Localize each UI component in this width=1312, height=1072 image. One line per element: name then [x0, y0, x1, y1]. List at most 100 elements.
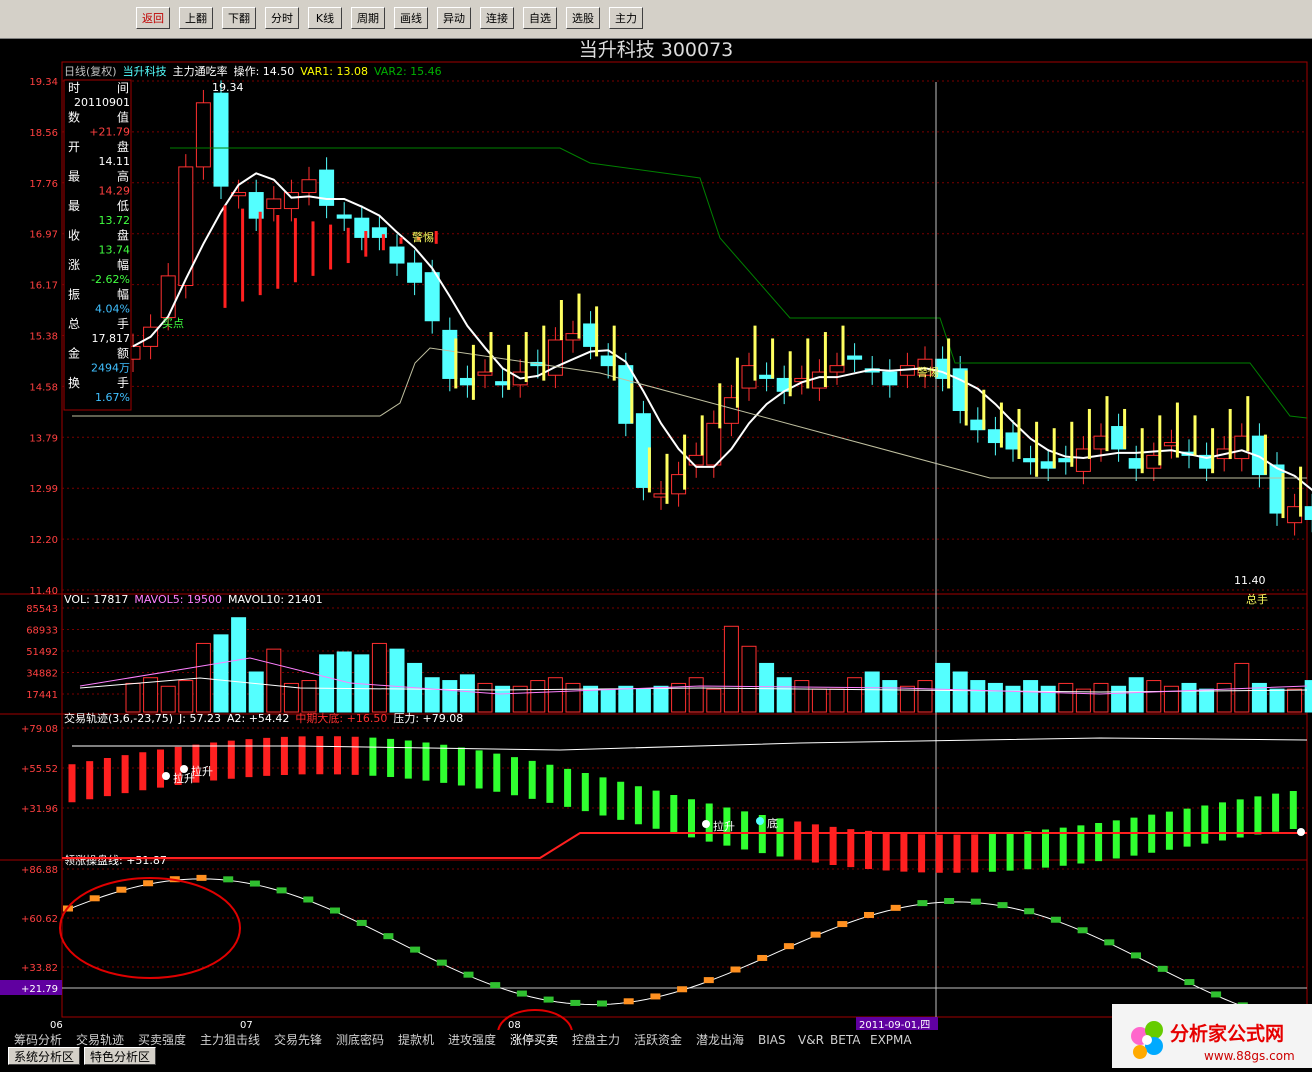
trail-mark-label: 拉升 [191, 764, 213, 778]
lead-marker [837, 921, 848, 928]
vol-header-label_mavol10: MAVOL10: 21401 [228, 593, 323, 606]
bottom-tab2-0[interactable]: 系统分析区 [8, 1047, 81, 1065]
volume-bar [653, 685, 669, 713]
trail-mark-label: 底 [767, 816, 778, 830]
toolbar-button-5[interactable]: 周期 [351, 7, 385, 29]
info-key: 总 [68, 317, 80, 331]
bottom-tab-9[interactable]: 控盘主力 [570, 1031, 622, 1049]
chart-canvas[interactable]: 19.34 18.56 17.76 16.97 16.17 15.38 14.58 13.79… [0, 38, 1312, 1030]
volume-bar [776, 677, 792, 713]
volume-bar [160, 685, 176, 713]
volume-bar [811, 688, 827, 713]
y-tick-label: +21.79 [21, 984, 58, 995]
bottom-tab-7[interactable]: 进攻强度 [446, 1031, 498, 1049]
volume-bar [125, 682, 141, 713]
lead-marker [303, 896, 314, 903]
info-value: 17,817 [92, 332, 131, 345]
volume-bar [547, 677, 563, 713]
info-value: 1.67% [95, 391, 130, 404]
lead-marker [1184, 979, 1195, 986]
toolbar-button-2[interactable]: 下翻 [222, 7, 256, 29]
volume-bar [1269, 688, 1285, 713]
volume-bar [424, 677, 440, 713]
toolbar-button-7[interactable]: 异动 [437, 7, 471, 29]
bottom-tab-5[interactable]: 测底密码 [334, 1031, 386, 1049]
bottom-tab-13[interactable]: V&R [796, 1031, 826, 1049]
trail-header-label_press: 压力: +79.08 [393, 712, 463, 725]
info-key: 盘 [117, 139, 129, 154]
lead-marker [516, 990, 527, 997]
toolbar-button-1[interactable]: 上翻 [179, 7, 213, 29]
lead-marker [1077, 927, 1088, 934]
lead-marker [1157, 965, 1168, 972]
volume-bar [1216, 682, 1232, 713]
lead-marker [650, 993, 661, 1000]
volume-bar [1181, 682, 1197, 713]
info-value: 2494万 [91, 362, 130, 375]
toolbar-button-10[interactable]: 选股 [566, 7, 600, 29]
trail-mark-dot [756, 817, 764, 825]
lead-marker [490, 982, 501, 989]
y-tick-label: 85543 [26, 604, 58, 615]
y-tick-label: +31.96 [21, 804, 58, 815]
lead-marker [543, 996, 554, 1003]
toolbar-button-3[interactable]: 分时 [265, 7, 299, 29]
info-value: 13.74 [99, 244, 131, 257]
volume-bar [882, 680, 898, 713]
volume-bar [1128, 677, 1144, 713]
bottom-tab-6[interactable]: 提款机 [396, 1031, 436, 1049]
volume-bar [565, 682, 581, 713]
y-tick-label: 12.20 [29, 535, 58, 546]
info-key: 振 [68, 288, 80, 302]
volume-bar [1075, 688, 1091, 713]
lead-marker [810, 931, 821, 938]
lead-marker [1211, 991, 1222, 998]
info-key: 手 [117, 317, 129, 331]
volume-bar [1058, 682, 1074, 713]
x-tick-label: 08 [508, 1020, 521, 1030]
toolbar-button-11[interactable]: 主力 [609, 7, 643, 29]
y-tick-label: 51492 [26, 647, 58, 658]
y-tick-label: +79.08 [21, 724, 58, 735]
toolbar-button-0[interactable]: 返回 [136, 7, 170, 29]
trail-header-label_a2: A2: +54.42 [227, 712, 289, 725]
high-label: 19.34 [212, 81, 244, 94]
x-tick-label: 07 [240, 1020, 253, 1030]
candle-body [319, 169, 335, 206]
warn-label: 警惕 [917, 365, 939, 379]
y-tick-label: 68933 [26, 626, 58, 637]
bottom-tab-3[interactable]: 主力狙击线 [198, 1031, 262, 1049]
info-value: 14.29 [99, 185, 131, 198]
volume-bar [1040, 685, 1056, 713]
toolbar-button-6[interactable]: 画线 [394, 7, 428, 29]
info-key: 高 [117, 169, 129, 184]
bottom-line [62, 832, 1307, 859]
lead-marker [383, 933, 394, 940]
volume-bar [178, 680, 194, 713]
toolbar-button-8[interactable]: 连接 [480, 7, 514, 29]
bottom-tab-15[interactable]: EXPMA [868, 1031, 914, 1049]
toolbar-button-4[interactable]: K线 [308, 7, 342, 29]
volume-bar [970, 680, 986, 713]
logo-text: 分析家公式网 [1170, 1022, 1284, 1045]
bottom-tab-10[interactable]: 活跃资金 [632, 1031, 684, 1049]
volume-bar [442, 680, 458, 713]
volume-bar [459, 674, 475, 713]
price-header-label_stock: 当升科技 [123, 64, 167, 78]
volume-bar [1234, 662, 1250, 713]
bottom-tab-14[interactable]: BETA [828, 1031, 862, 1049]
bottom-tab-4[interactable]: 交易先锋 [272, 1031, 324, 1049]
lead-marker [330, 907, 340, 914]
candle-body [160, 275, 176, 319]
volume-bar [530, 680, 546, 713]
bottom-tab2-1[interactable]: 特色分析区 [84, 1047, 157, 1065]
trail-mark-dot [180, 765, 188, 773]
candle-body [407, 262, 423, 283]
vol-header-label_mavol5: MAVOL5: 19500 [134, 593, 222, 606]
info-key: 额 [117, 347, 129, 361]
bottom-tab-8[interactable]: 涨停买卖 [508, 1031, 560, 1049]
bottom-tab-12[interactable]: BIAS [756, 1031, 788, 1049]
bottom-tab-11[interactable]: 潜龙出海 [694, 1031, 746, 1049]
volume-bar [864, 671, 880, 713]
toolbar-button-9[interactable]: 自选 [523, 7, 557, 29]
